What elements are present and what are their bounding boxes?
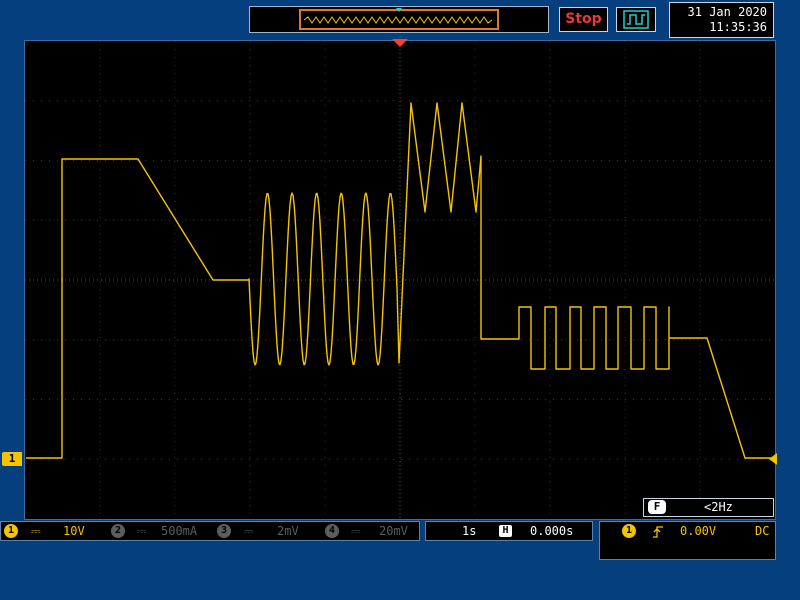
ch1-waveform bbox=[26, 102, 775, 459]
trigger-coupling: DC bbox=[755, 524, 770, 538]
trigger-mode-button[interactable] bbox=[616, 7, 656, 32]
trigger-level-marker[interactable] bbox=[769, 453, 777, 465]
overview-window-frame bbox=[299, 9, 499, 30]
trigger-level: 0.00V bbox=[680, 524, 717, 538]
horizontal-position-icon: H bbox=[499, 525, 512, 537]
ch3-badge[interactable]: 3 bbox=[217, 524, 231, 538]
ch1-badge[interactable]: 1 bbox=[4, 524, 18, 538]
date-text: 31 Jan 2020 bbox=[687, 5, 767, 19]
ch4-badge[interactable]: 4 bbox=[325, 524, 339, 538]
frequency-label-badge: F bbox=[648, 500, 666, 514]
ch3-scale: 2mV bbox=[277, 524, 299, 538]
trigger-position-marker[interactable] bbox=[392, 39, 408, 49]
run-stop-button[interactable]: Stop bbox=[559, 7, 608, 32]
ch4-scale: 20mV bbox=[379, 524, 408, 538]
date-time-display: 31 Jan 2020 11:35:36 bbox=[669, 2, 774, 38]
graticule bbox=[25, 41, 775, 519]
rising-edge-icon bbox=[653, 526, 663, 538]
channel-status-bar[interactable]: 1 ⎓ 10V 2 ⎓ 500mA 3 ⎓ 2mV 4 ⎓ 20mV bbox=[0, 521, 420, 541]
overview-trace bbox=[303, 16, 493, 24]
ch2-coupling-icon: ⎓ bbox=[137, 524, 147, 538]
frequency-value: <2Hz bbox=[704, 500, 733, 514]
overview-svg bbox=[299, 8, 499, 30]
time-text: 11:35:36 bbox=[709, 20, 767, 34]
horizontal-position-value: 0.000s bbox=[530, 524, 574, 538]
ch3-coupling-icon: ⎓ bbox=[244, 524, 254, 538]
ch2-scale: 500mA bbox=[161, 524, 198, 538]
trigger-source-badge: 1 bbox=[622, 524, 636, 538]
ch1-coupling-icon: ⎓ bbox=[31, 524, 41, 538]
ch1-ground-marker[interactable]: 1 bbox=[2, 452, 22, 466]
scope-display[interactable] bbox=[24, 40, 776, 520]
timebase-status[interactable]: 1s H 0.000s bbox=[425, 521, 593, 541]
waveform-overview[interactable] bbox=[249, 6, 549, 33]
timebase-scale: 1s bbox=[462, 524, 477, 538]
pulse-icon bbox=[623, 10, 649, 29]
trigger-status[interactable]: 1 0.00V DC bbox=[599, 521, 776, 560]
frequency-counter: F <2Hz bbox=[643, 498, 774, 517]
ch2-badge[interactable]: 2 bbox=[111, 524, 125, 538]
ch4-coupling-icon: ⎓ bbox=[351, 524, 361, 538]
ch1-scale: 10V bbox=[63, 524, 85, 538]
